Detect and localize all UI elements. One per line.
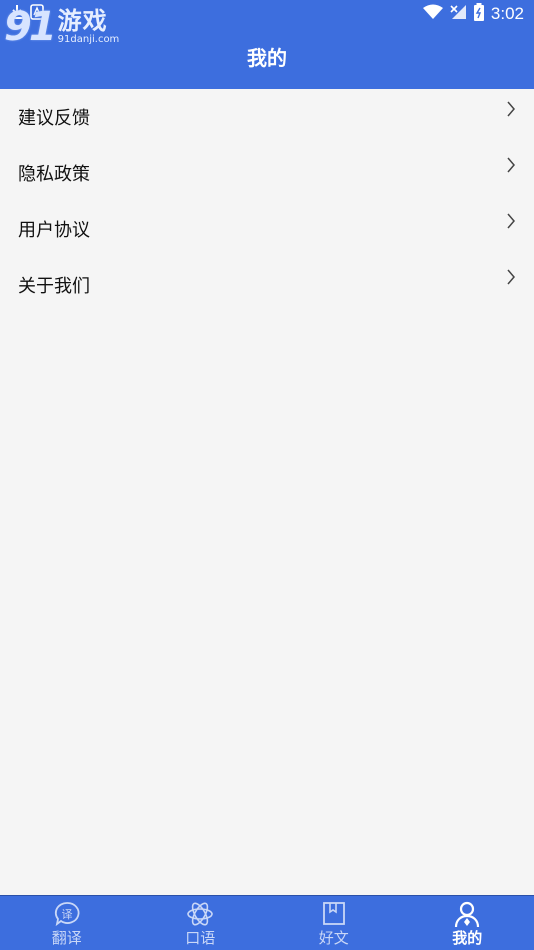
settings-menu: 建议反馈 隐私政策 用户协议 关于我们: [0, 89, 534, 313]
menu-item-feedback[interactable]: 建议反馈: [0, 89, 534, 145]
svg-text:译: 译: [61, 908, 72, 921]
battery-icon: [473, 3, 485, 25]
chevron-right-icon: [504, 267, 518, 287]
chevron-right-icon: [504, 99, 518, 119]
user-icon: [453, 900, 481, 928]
translate-icon: 译: [53, 900, 81, 928]
bottom-tab-bar: 译 翻译 口语 好文 我的: [0, 895, 534, 950]
tab-label: 翻译: [51, 929, 82, 947]
chevron-right-icon: [504, 155, 518, 175]
menu-item-label: 关于我们: [18, 276, 90, 297]
tab-articles[interactable]: 好文: [267, 896, 401, 950]
cellular-no-signal-icon: [449, 4, 467, 24]
watermark-brand: 游戏: [57, 7, 108, 35]
tab-label: 口语: [185, 929, 216, 947]
menu-item-privacy-policy[interactable]: 隐私政策: [0, 145, 534, 201]
menu-item-label: 隐私政策: [18, 164, 90, 185]
menu-item-about-us[interactable]: 关于我们: [0, 257, 534, 313]
status-time: 3:02: [490, 4, 524, 23]
tab-label: 好文: [318, 929, 349, 947]
status-right: 3:02: [422, 3, 524, 25]
menu-item-label: 建议反馈: [18, 108, 90, 129]
bookmark-icon: [320, 900, 348, 928]
menu-item-label: 用户协议: [18, 220, 90, 241]
watermark-text: 游戏 91danji.com: [58, 8, 120, 46]
tab-label: 我的: [452, 929, 483, 947]
tab-speaking[interactable]: 口语: [134, 896, 268, 950]
menu-item-user-agreement[interactable]: 用户协议: [0, 201, 534, 257]
screen: 3:02 91 游戏 91danji.com 我的 建议反馈 隐私政策 用户协议…: [0, 0, 534, 950]
tab-translate[interactable]: 译 翻译: [0, 896, 134, 950]
page-title: 我的: [247, 46, 287, 70]
chevron-right-icon: [504, 211, 518, 231]
header: 3:02 91 游戏 91danji.com 我的: [0, 0, 534, 89]
atom-icon: [186, 900, 214, 928]
wifi-icon: [422, 4, 443, 24]
tab-mine[interactable]: 我的: [401, 896, 534, 950]
